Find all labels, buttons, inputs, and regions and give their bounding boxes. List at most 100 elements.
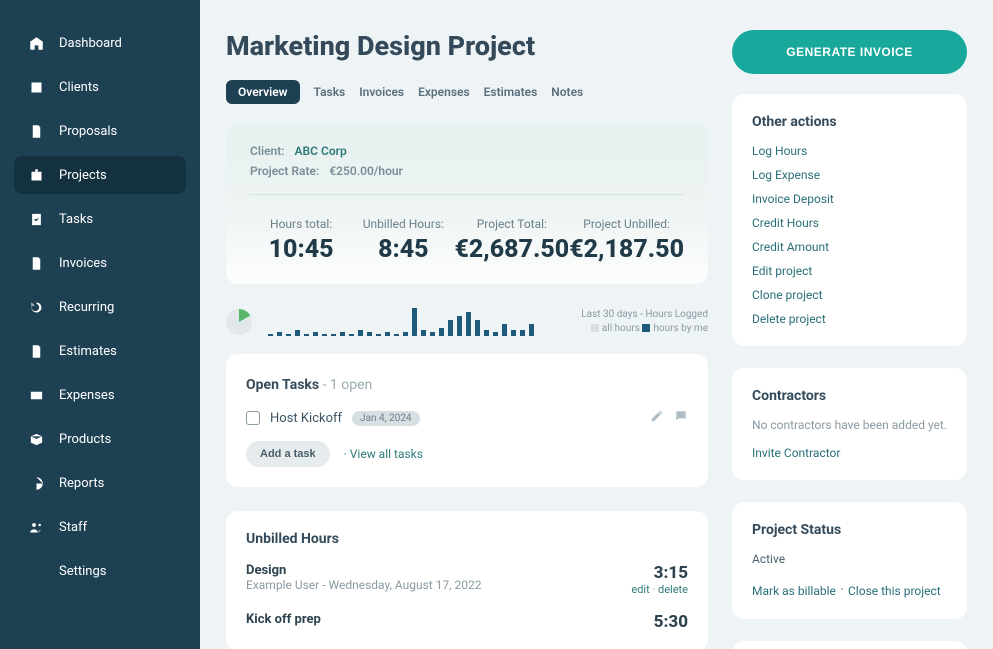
unbilled-row: Design Example User - Wednesday, August … [246,563,688,596]
sidebar-item-label: Products [59,432,111,447]
contractors-empty: No contractors have been added yet. [752,418,947,432]
contractors-panel: Contractors No contractors have been add… [732,368,967,480]
open-tasks-title: Open Tasks [246,377,319,393]
users-icon [28,519,44,535]
check-icon [28,211,44,227]
sidebar-item-projects[interactable]: Projects [14,156,186,194]
task-date-badge: Jan 4, 2024 [352,411,420,426]
delete-link[interactable]: delete [658,583,688,596]
unbilled-title: Unbilled Hours [246,531,688,547]
rate-value: €250.00/hour [329,164,403,178]
client-value[interactable]: ABC Corp [295,144,347,158]
sidebar-item-label: Invoices [59,256,107,271]
task-row[interactable]: Host Kickoff Jan 4, 2024 [246,399,688,441]
invite-contractor-link[interactable]: Invite Contractor [752,446,947,460]
action-log-hours[interactable]: Log Hours [752,144,947,158]
sidebar-item-dashboard[interactable]: Dashboard [14,24,186,62]
action-log-expense[interactable]: Log Expense [752,168,947,182]
sidebar-item-tasks[interactable]: Tasks [14,200,186,238]
comment-icon[interactable] [674,409,688,427]
unbilled-item-time: 3:15 [631,563,688,583]
chart-caption: Last 30 days - Hours Logged [581,308,708,322]
client-label: Client: [250,144,285,158]
task-checkbox[interactable] [246,411,260,425]
file-icon [28,123,44,139]
close-project-link[interactable]: Close this project [848,584,941,598]
tab-invoices[interactable]: Invoices [359,85,404,99]
unbilled-item-title: Kick off prep [246,612,321,627]
sidebar-item-invoices[interactable]: Invoices [14,244,186,282]
sidebar-item-reports[interactable]: Reports [14,464,186,502]
open-tasks-count: - 1 open [319,377,372,393]
chart-row: Last 30 days - Hours Logged all hours ho… [226,308,708,336]
action-credit-amount[interactable]: Credit Amount [752,240,947,254]
briefcase-icon [28,167,44,183]
file-icon [28,255,44,271]
status-panel: Project Status Active Mark as billable ·… [732,502,967,619]
status-value: Active [752,552,947,566]
sidebar-item-label: Recurring [59,300,114,315]
metric-project-total: Project Total:€2,687.50 [454,217,569,264]
sidebar-item-label: Reports [59,476,104,491]
tab-overview[interactable]: Overview [226,80,300,104]
main: Marketing Design Project Overview Tasks … [200,0,993,649]
sidebar-item-recurring[interactable]: Recurring [14,288,186,326]
task-label: Host Kickoff [270,411,342,426]
action-credit-hours[interactable]: Credit Hours [752,216,947,230]
pencil-icon[interactable] [650,409,664,427]
sidebar-item-estimates[interactable]: Estimates [14,332,186,370]
metric-project-unbilled: Project Unbilled:€2,187.50 [569,217,684,264]
pie-icon [226,309,252,335]
sidebar: Dashboard Clients Proposals Projects Tas… [0,0,200,649]
bar-chart [268,308,573,336]
sidebar-item-clients[interactable]: Clients [14,68,186,106]
tabs: Overview Tasks Invoices Expenses Estimat… [226,80,708,104]
sidebar-item-label: Settings [59,564,106,579]
sidebar-item-label: Proposals [59,124,117,139]
action-edit-project[interactable]: Edit project [752,264,947,278]
other-actions-panel: Other actions Log Hours Log Expense Invo… [732,94,967,346]
sidebar-item-staff[interactable]: Staff [14,508,186,546]
history-icon [28,299,44,315]
metric-hours-total: Hours total:10:45 [250,217,352,264]
legend-all-box [591,324,599,332]
wallet-icon [28,387,44,403]
sidebar-item-settings[interactable]: Settings [14,552,186,590]
unbilled-item-title: Design [246,563,482,578]
sidebar-item-expenses[interactable]: Expenses [14,376,186,414]
unbilled-item-sub: Example User - Wednesday, August 17, 202… [246,578,482,592]
summary-card: Client: ABC Corp Project Rate: €250.00/h… [226,124,708,284]
panel-title: Contractors [752,388,947,404]
sidebar-item-label: Clients [59,80,99,95]
sidebar-item-label: Expenses [59,388,115,403]
box-icon [28,431,44,447]
mark-billable-link[interactable]: Mark as billable [752,584,836,598]
tab-tasks[interactable]: Tasks [314,85,346,99]
legend-me-box [642,324,650,332]
sidebar-item-products[interactable]: Products [14,420,186,458]
view-all-tasks-link[interactable]: · View all tasks [344,447,423,461]
open-tasks-card: Open Tasks - 1 open Host Kickoff Jan 4, … [226,354,708,487]
sidebar-item-label: Dashboard [59,36,122,51]
panel-title: Other actions [752,114,947,130]
action-delete-project[interactable]: Delete project [752,312,947,326]
page-title: Marketing Design Project [226,30,708,62]
panel-title: Project Status [752,522,947,538]
edit-link[interactable]: edit [631,583,649,596]
sidebar-item-label: Projects [59,168,107,183]
unbilled-row: Kick off prep 5:30 [246,612,688,632]
tab-expenses[interactable]: Expenses [418,85,470,99]
generate-invoice-button[interactable]: GENERATE INVOICE [732,30,967,74]
add-task-button[interactable]: Add a task [246,441,330,467]
action-invoice-deposit[interactable]: Invoice Deposit [752,192,947,206]
sidebar-item-label: Estimates [59,344,117,359]
tab-notes[interactable]: Notes [551,85,583,99]
sidebar-item-label: Tasks [59,212,93,227]
tab-estimates[interactable]: Estimates [484,85,538,99]
action-clone-project[interactable]: Clone project [752,288,947,302]
unbilled-card: Unbilled Hours Design Example User - Wed… [226,511,708,649]
rate-label: Project Rate: [250,164,319,178]
chart-icon [28,475,44,491]
sidebar-item-proposals[interactable]: Proposals [14,112,186,150]
metrics-row: Hours total:10:45 Unbilled Hours:8:45 Pr… [250,217,684,264]
